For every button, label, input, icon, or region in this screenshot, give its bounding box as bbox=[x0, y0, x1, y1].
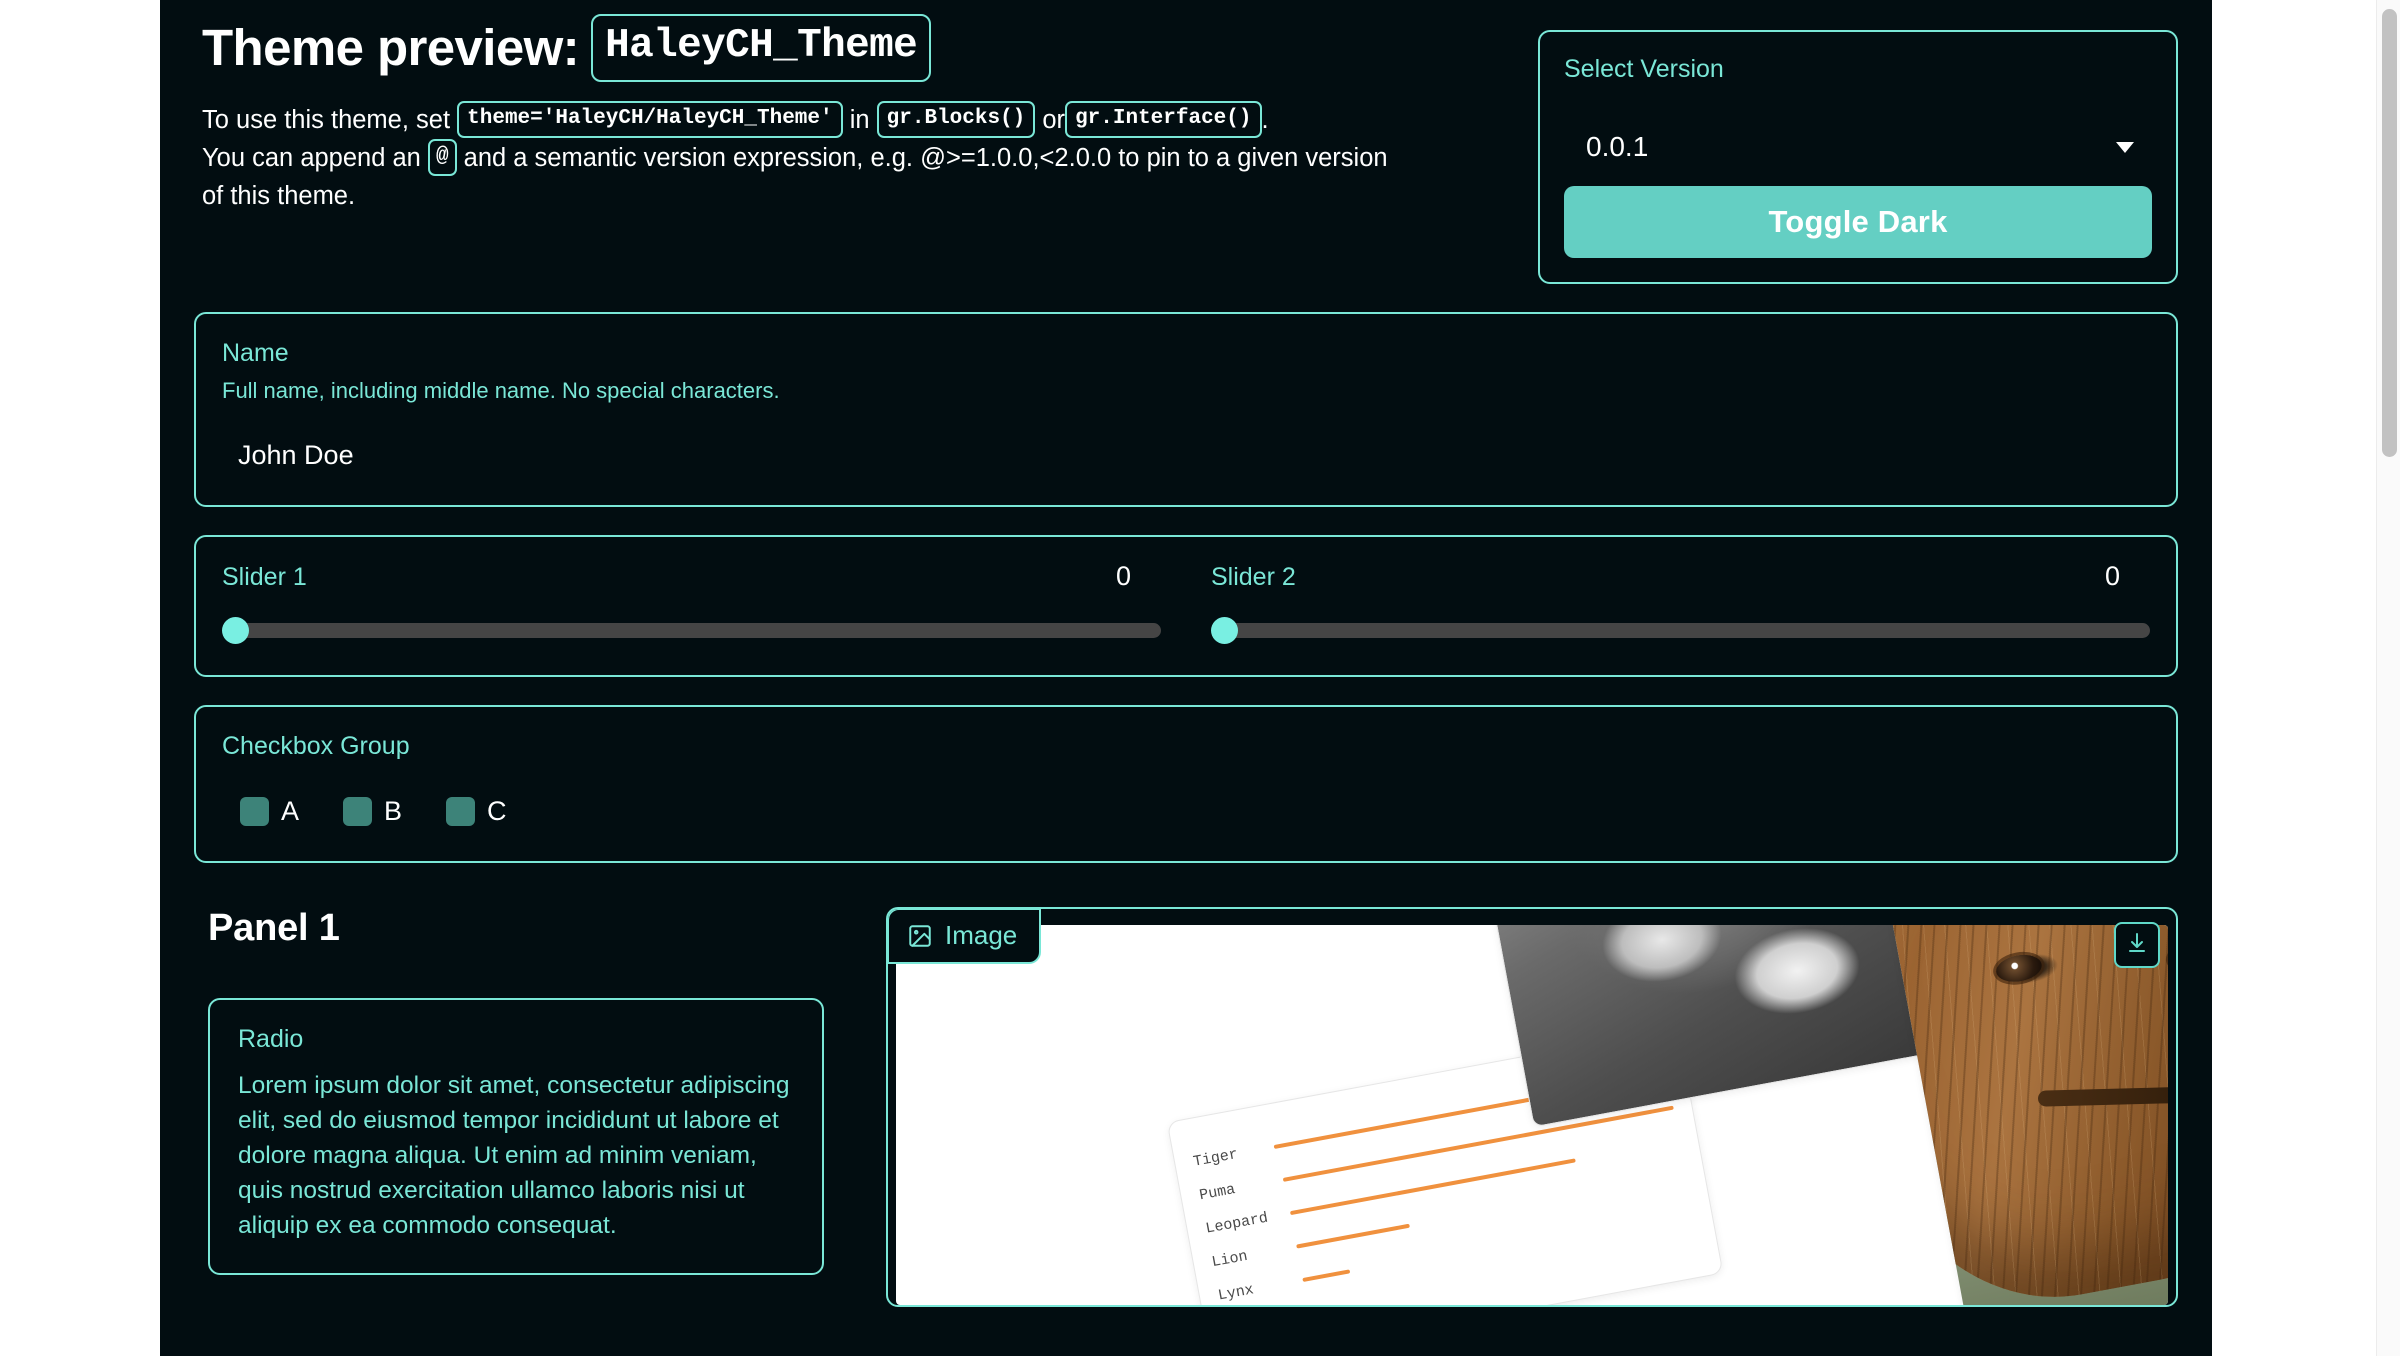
instruction-text-2: in bbox=[849, 106, 870, 134]
screenshot-root: Theme preview: HaleyCH_Theme To use this… bbox=[0, 0, 2400, 1356]
version-dropdown-value: 0.0.1 bbox=[1586, 131, 1649, 162]
checkbox-box-icon[interactable] bbox=[446, 797, 476, 827]
image-canvas: Tiger Puma Leopard Lion Lynx bbox=[896, 925, 2168, 1306]
instruction-text-5: and a semantic version expression, e.g. … bbox=[463, 143, 1388, 172]
name-input[interactable] bbox=[222, 439, 2150, 471]
header-text-block: Theme preview: HaleyCH_Theme To use this… bbox=[194, 14, 1508, 215]
slider-2-label: Slider 2 bbox=[1211, 562, 1296, 591]
slider-2-block: Slider 2 0 bbox=[1211, 561, 2150, 644]
name-block: Name Full name, including middle name. N… bbox=[194, 312, 2178, 507]
slider-1-value: 0 bbox=[1115, 560, 1131, 591]
select-version-label: Select Version bbox=[1564, 55, 1724, 83]
instruction-text-3: or bbox=[1042, 106, 1066, 134]
slider-2-head: Slider 2 0 bbox=[1211, 561, 2150, 593]
panel-1-row: Panel 1 Radio Lorem ipsum dolor sit amet… bbox=[194, 907, 2178, 1308]
gr-blocks-chip: gr.Blocks() bbox=[876, 100, 1036, 138]
panel-1-title: Panel 1 bbox=[208, 907, 340, 950]
checkbox-item-b[interactable]: B bbox=[343, 796, 402, 827]
panel-1-column: Panel 1 Radio Lorem ipsum dolor sit amet… bbox=[194, 907, 824, 1275]
slider-2-value: 0 bbox=[2104, 560, 2120, 591]
checkbox-item-c[interactable]: C bbox=[446, 796, 507, 827]
instruction-text-4: You can append an bbox=[202, 143, 421, 172]
sliders-row: Slider 1 0 Slider 2 0 bbox=[194, 534, 2178, 678]
slider-1-track bbox=[232, 622, 1161, 638]
usage-instructions: To use this theme, set theme='HaleyCH/Ha… bbox=[202, 100, 1508, 215]
gr-interface-chip: gr.Interface() bbox=[1065, 100, 1262, 138]
image-tab[interactable]: Image bbox=[888, 909, 1042, 965]
checkbox-item-a[interactable]: A bbox=[240, 796, 299, 827]
radio-block: Radio Lorem ipsum dolor sit amet, consec… bbox=[208, 998, 824, 1275]
collage-depth-card: Depth estimation bbox=[1479, 925, 1928, 1128]
radio-label: Radio bbox=[238, 1025, 304, 1054]
slider-1-thumb[interactable] bbox=[222, 616, 249, 644]
toggle-dark-button[interactable]: Toggle Dark bbox=[1564, 186, 2152, 258]
checkbox-label-a: A bbox=[281, 796, 300, 827]
bar-fill bbox=[1302, 1269, 1351, 1283]
theme-code-chip: theme='HaleyCH/HaleyCH_Theme' bbox=[457, 100, 843, 138]
checkbox-group-label: Checkbox Group bbox=[222, 732, 410, 761]
image-column: Image Tiger Puma Leopard Lion Lynx bbox=[886, 907, 2178, 1308]
page-title: Theme preview: HaleyCH_Theme bbox=[202, 14, 1508, 82]
slider-1-input[interactable] bbox=[222, 616, 1161, 644]
checkbox-box-icon[interactable] bbox=[343, 797, 373, 827]
slider-1-block: Slider 1 0 bbox=[222, 561, 1161, 644]
chevron-down-icon bbox=[2116, 141, 2134, 153]
slider-2-thumb[interactable] bbox=[1211, 616, 1238, 644]
theme-name-chip: HaleyCH_Theme bbox=[591, 14, 932, 82]
checkbox-label-c: C bbox=[487, 796, 507, 827]
instruction-period: . bbox=[1261, 106, 1269, 134]
portrait-bark-texture bbox=[1869, 925, 2168, 1306]
page-scrollbar-thumb[interactable] bbox=[2382, 9, 2397, 457]
instruction-text-1: To use this theme, set bbox=[202, 106, 451, 134]
checkbox-box-icon[interactable] bbox=[240, 797, 269, 827]
bar-label-lynx: Lynx bbox=[1216, 1281, 1256, 1305]
portrait-mouth bbox=[2037, 1086, 2168, 1107]
page-scrollbar[interactable] bbox=[2376, 0, 2400, 1356]
image-component: Image Tiger Puma Leopard Lion Lynx bbox=[886, 907, 2178, 1308]
demo-collage: Tiger Puma Leopard Lion Lynx bbox=[896, 925, 2168, 1306]
slider-1-head: Slider 1 0 bbox=[222, 561, 1161, 593]
checkbox-group-block: Checkbox Group A B C bbox=[194, 705, 2178, 864]
select-version-card: Select Version 0.0.1 Toggle Dark bbox=[1538, 30, 2178, 284]
gradio-app: Theme preview: HaleyCH_Theme To use this… bbox=[160, 0, 2212, 1356]
depth-map-image bbox=[1484, 925, 1926, 1127]
header-row: Theme preview: HaleyCH_Theme To use this… bbox=[194, 14, 2178, 284]
portrait-face bbox=[1869, 925, 2168, 1306]
radio-description: Lorem ipsum dolor sit amet, consectetur … bbox=[238, 1071, 790, 1239]
slider-2-input[interactable] bbox=[1211, 616, 2150, 644]
collage-portrait-image bbox=[1869, 925, 2168, 1306]
version-dropdown[interactable]: 0.0.1 bbox=[1564, 118, 2152, 176]
image-tab-label: Image bbox=[945, 920, 1018, 951]
page-title-prefix: Theme preview: bbox=[202, 18, 580, 76]
checkbox-row: A B C bbox=[222, 796, 2150, 827]
name-label: Name bbox=[222, 339, 289, 367]
at-symbol-chip: @ bbox=[427, 138, 457, 176]
download-button[interactable] bbox=[2114, 922, 2160, 969]
slider-1-label: Slider 1 bbox=[222, 562, 307, 591]
image-icon bbox=[907, 923, 933, 949]
checkbox-label-b: B bbox=[384, 796, 403, 827]
instruction-text-6: of this theme. bbox=[202, 181, 356, 210]
slider-2-track bbox=[1221, 622, 2150, 638]
download-icon bbox=[2125, 931, 2149, 960]
name-info: Full name, including middle name. No spe… bbox=[222, 378, 780, 404]
